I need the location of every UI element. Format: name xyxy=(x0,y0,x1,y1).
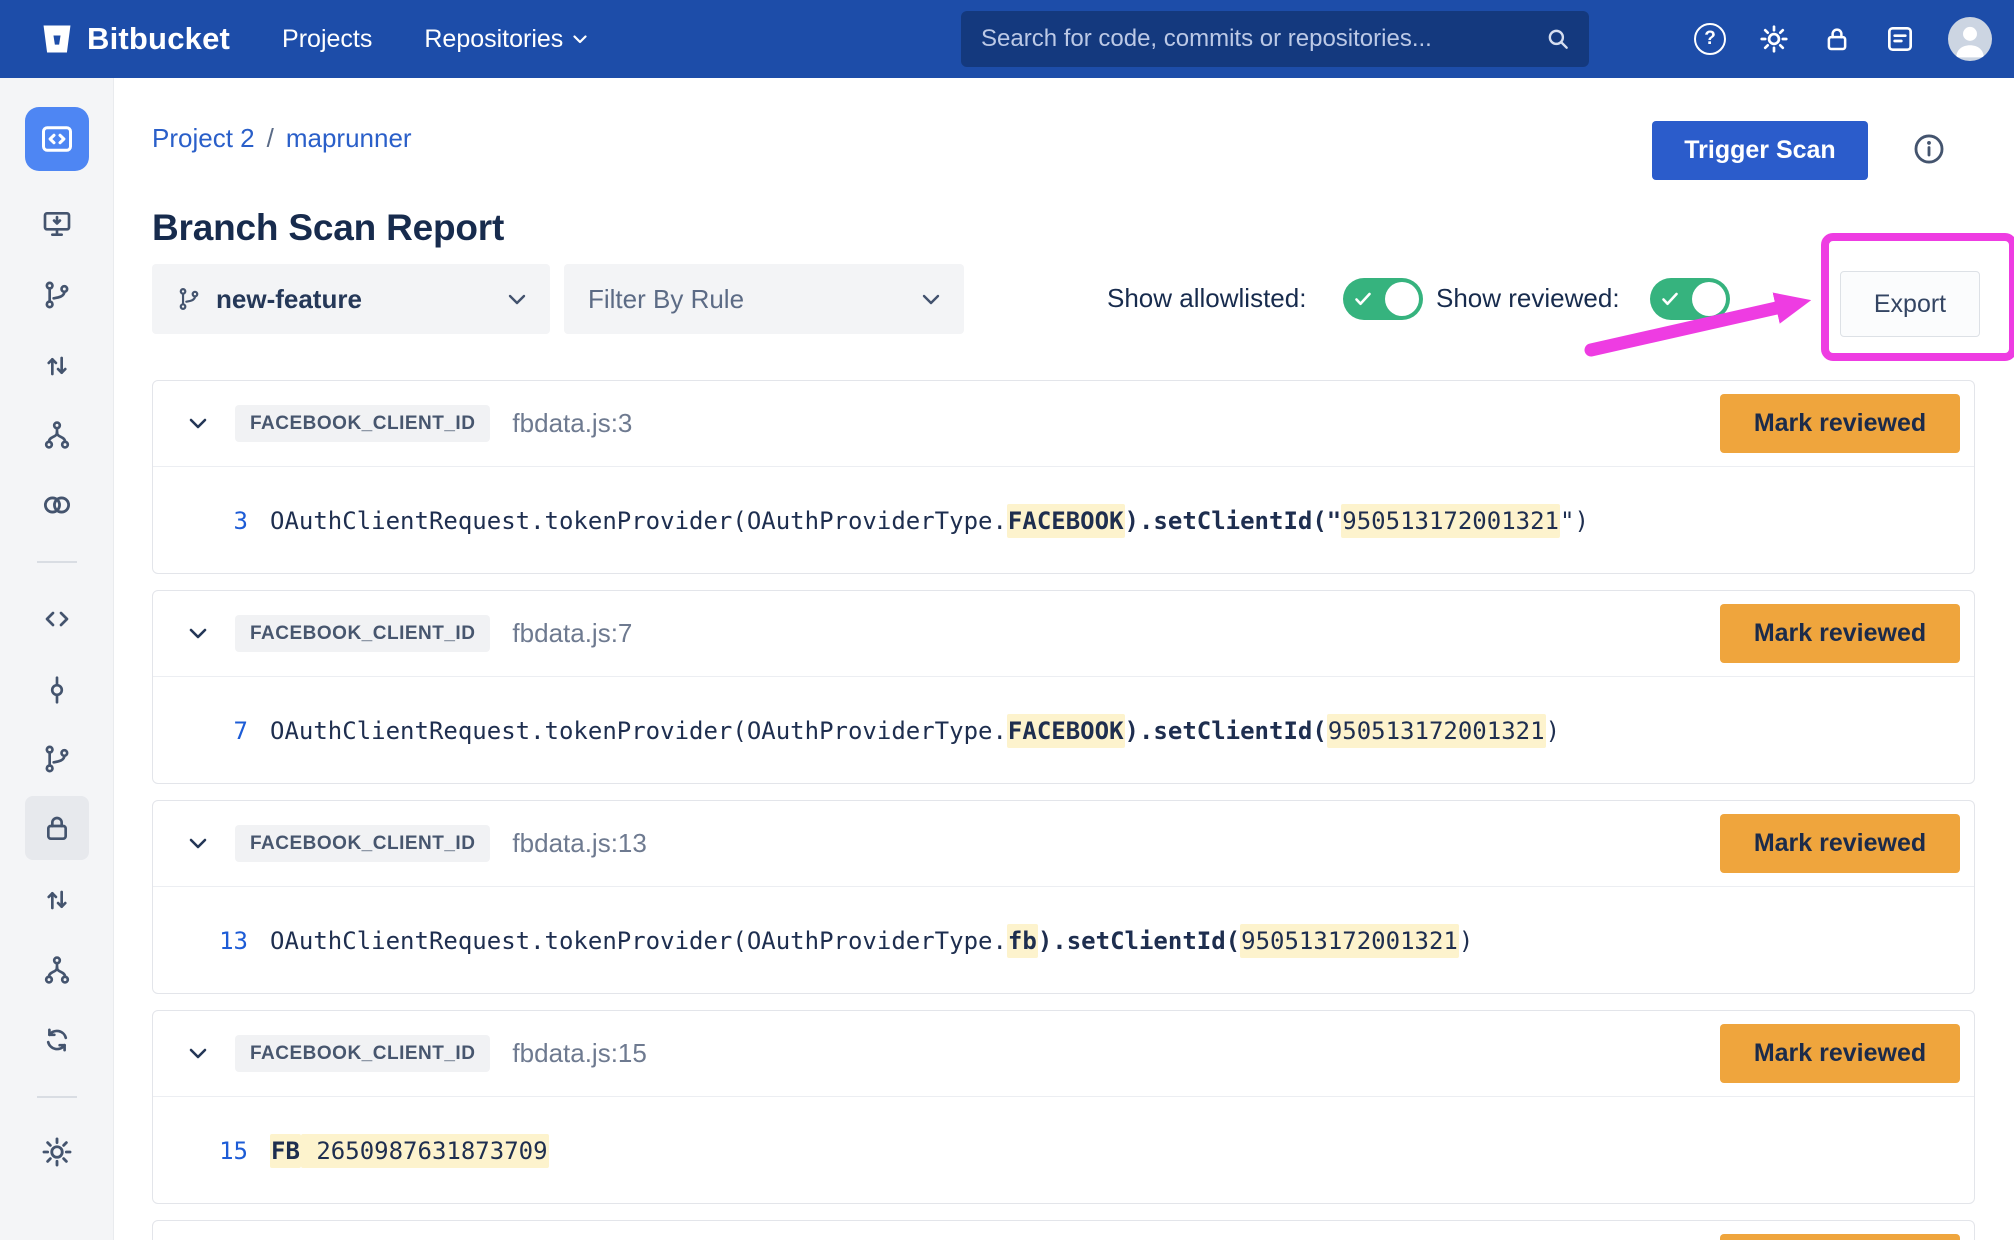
main-content: Project 2 / maprunner Trigger Scan Branc… xyxy=(113,78,2014,1240)
sidebar-divider xyxy=(37,1096,77,1098)
commit-icon[interactable] xyxy=(25,658,89,722)
sync-icon[interactable] xyxy=(25,1008,89,1072)
collapse-chevron-icon[interactable] xyxy=(189,1048,207,1059)
person-icon xyxy=(1948,17,1992,61)
nav-repositories[interactable]: Repositories xyxy=(424,25,587,54)
pull-requests-icon[interactable] xyxy=(25,868,89,932)
mark-reviewed-button[interactable]: Mark reviewed xyxy=(1720,1024,1960,1083)
branches-icon[interactable] xyxy=(25,727,89,791)
finding-header: FACEBOOK_CLIENT_ID fbdata.js:13 Mark rev… xyxy=(153,801,1974,887)
clone-icon[interactable] xyxy=(25,192,89,256)
rule-badge: FACEBOOK_CLIENT_ID xyxy=(235,1035,490,1072)
show-allowlisted-toggle[interactable] xyxy=(1343,278,1423,320)
finding-code-row: 3 OAuthClientRequest.tokenProvider(OAuth… xyxy=(153,467,1974,574)
export-button[interactable]: Export xyxy=(1840,271,1980,337)
pull-request-icon[interactable] xyxy=(25,334,89,398)
line-number: 15 xyxy=(153,1137,248,1165)
sidebar xyxy=(0,78,114,1240)
breadcrumb-repo-link[interactable]: maprunner xyxy=(286,123,412,154)
sidebar-divider xyxy=(37,561,77,563)
collapse-chevron-icon[interactable] xyxy=(189,628,207,639)
chevron-down-icon xyxy=(508,294,526,305)
rule-badge: FACEBOOK_CLIENT_ID xyxy=(235,825,490,862)
show-reviewed-toggle[interactable] xyxy=(1650,278,1730,320)
forks-icon[interactable] xyxy=(25,938,89,1002)
breadcrumb-project-link[interactable]: Project 2 xyxy=(152,123,255,154)
chevron-down-icon xyxy=(922,294,940,305)
finding-header: FACEBOOK_CLIENT_ID fbdata.js:7 Mark revi… xyxy=(153,591,1974,677)
user-avatar[interactable] xyxy=(1948,17,1992,61)
fork-icon[interactable] xyxy=(25,403,89,467)
finding-header: FACEBOOK_CLIENT_ID fbdata.js:15 Mark rev… xyxy=(153,1011,1974,1097)
code-line: FB 2650987631873709 xyxy=(270,1137,549,1165)
chevron-down-icon xyxy=(573,35,587,44)
code-line: OAuthClientRequest.tokenProvider(OAuthPr… xyxy=(270,927,1473,955)
global-search xyxy=(961,11,1589,67)
lock-icon[interactable] xyxy=(1822,24,1852,54)
finding-location: fbdata.js:15 xyxy=(512,1038,646,1069)
line-number: 3 xyxy=(153,507,248,535)
code-line: OAuthClientRequest.tokenProvider(OAuthPr… xyxy=(270,717,1560,745)
settings-gear-icon[interactable] xyxy=(25,1120,89,1184)
repository-avatar[interactable] xyxy=(25,107,89,171)
finding-code-row: 13 OAuthClientRequest.tokenProvider(OAut… xyxy=(153,887,1974,994)
finding-header: FACEBOOK_CLIENT_ID fbdata.js:3 Mark revi… xyxy=(153,381,1974,467)
finding-card: FACEBOOK_CLIENT_ID fbdata.js:7 Mark revi… xyxy=(152,590,1975,784)
help-icon[interactable]: ? xyxy=(1694,23,1726,55)
navbar-actions: ? xyxy=(1694,0,1992,78)
trigger-scan-button[interactable]: Trigger Scan xyxy=(1652,121,1868,180)
breadcrumb: Project 2 / maprunner xyxy=(152,123,412,154)
finding-location: fbdata.js:7 xyxy=(512,618,632,649)
nav-repositories-label: Repositories xyxy=(424,25,563,54)
rule-filter-selector[interactable]: Filter By Rule xyxy=(564,264,964,334)
check-icon xyxy=(1352,288,1374,310)
finding-location: fbdata.js:3 xyxy=(512,408,632,439)
finding-location: fbdata.js:13 xyxy=(512,828,646,859)
branch-selector-value: new-feature xyxy=(216,284,362,315)
finding-code-row: 7 OAuthClientRequest.tokenProvider(OAuth… xyxy=(153,677,1974,784)
collapse-chevron-icon[interactable] xyxy=(189,838,207,849)
collapse-chevron-icon[interactable] xyxy=(189,418,207,429)
secret-scan-lock-icon[interactable] xyxy=(25,796,89,860)
check-icon xyxy=(1659,288,1681,310)
mark-reviewed-button[interactable]: Mark reviewed xyxy=(1720,1234,1960,1240)
search-input[interactable] xyxy=(979,24,1545,54)
line-number: 13 xyxy=(153,927,248,955)
finding-card: Mark reviewed xyxy=(152,1220,1975,1240)
show-reviewed-label: Show reviewed: xyxy=(1436,283,1620,314)
gear-icon[interactable] xyxy=(1758,23,1790,55)
rule-filter-placeholder: Filter By Rule xyxy=(588,284,744,315)
search-icon[interactable] xyxy=(1545,26,1571,52)
finding-card: FACEBOOK_CLIENT_ID fbdata.js:15 Mark rev… xyxy=(152,1010,1975,1204)
rule-badge: FACEBOOK_CLIENT_ID xyxy=(235,405,490,442)
show-allowlisted-label: Show allowlisted: xyxy=(1107,283,1306,314)
top-navbar: Bitbucket Projects Repositories ? xyxy=(0,0,2014,78)
nav-projects[interactable]: Projects xyxy=(282,25,372,54)
branch-icon[interactable] xyxy=(25,263,89,327)
info-icon[interactable] xyxy=(1912,132,1946,171)
finding-card: FACEBOOK_CLIENT_ID fbdata.js:13 Mark rev… xyxy=(152,800,1975,994)
bitbucket-bucket-icon xyxy=(40,22,74,56)
brand-name: Bitbucket xyxy=(87,21,230,57)
deployments-icon[interactable] xyxy=(25,473,89,537)
finding-header: Mark reviewed xyxy=(153,1221,1974,1240)
finding-card: FACEBOOK_CLIENT_ID fbdata.js:3 Mark revi… xyxy=(152,380,1975,574)
toggle-knob xyxy=(1385,282,1419,316)
mark-reviewed-button[interactable]: Mark reviewed xyxy=(1720,814,1960,873)
toggle-knob xyxy=(1692,282,1726,316)
source-code-icon[interactable] xyxy=(25,587,89,651)
branch-icon xyxy=(176,286,202,312)
mark-reviewed-button[interactable]: Mark reviewed xyxy=(1720,604,1960,663)
findings-list: FACEBOOK_CLIENT_ID fbdata.js:3 Mark revi… xyxy=(152,380,1975,1240)
breadcrumb-separator: / xyxy=(267,123,274,154)
rule-badge: FACEBOOK_CLIENT_ID xyxy=(235,615,490,652)
finding-code-row: 15 FB 2650987631873709 xyxy=(153,1097,1974,1204)
mark-reviewed-button[interactable]: Mark reviewed xyxy=(1720,394,1960,453)
line-number: 7 xyxy=(153,717,248,745)
bitbucket-logo[interactable]: Bitbucket xyxy=(40,21,230,57)
branch-selector[interactable]: new-feature xyxy=(152,264,550,334)
feedback-icon[interactable] xyxy=(1884,23,1916,55)
code-line: OAuthClientRequest.tokenProvider(OAuthPr… xyxy=(270,507,1589,535)
page-title: Branch Scan Report xyxy=(152,207,504,249)
